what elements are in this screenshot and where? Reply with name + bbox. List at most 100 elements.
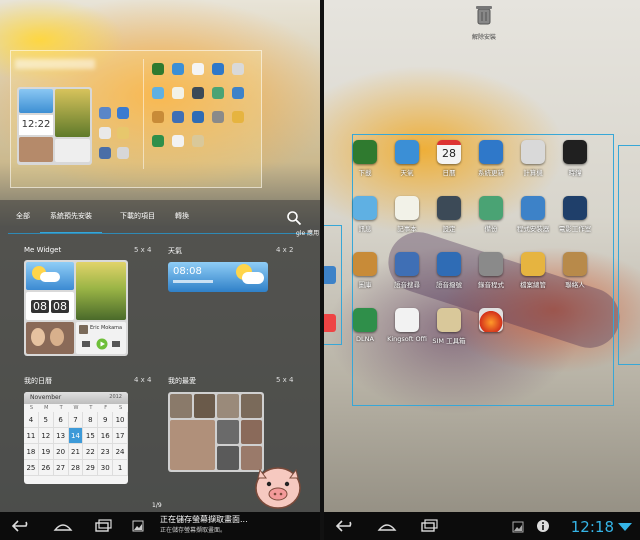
weather-widget-thumb[interactable]: 08:08 (168, 262, 268, 292)
app-label: 時鐘 (568, 169, 582, 177)
widget-title-favorites: 我的最愛 (168, 377, 196, 385)
app-icon (563, 252, 587, 276)
peek-icon (324, 266, 336, 284)
app-icon (521, 140, 545, 164)
favorite-contact (170, 394, 192, 418)
calendar-day: 10 (113, 412, 128, 428)
app-shortcut[interactable]: 設定 (426, 196, 472, 233)
contact-name: Eric Mokama (90, 325, 123, 331)
app-shortcut[interactable]: 訊息 (342, 196, 388, 233)
calendar-weekdays: S M T W T F S (24, 404, 128, 412)
app-shortcut[interactable]: 28 日曆 (426, 140, 472, 177)
weather-time: 08:08 (173, 266, 202, 277)
left-peek-label: gle 應用 (296, 230, 320, 237)
favorite-contact (170, 420, 215, 470)
app-label: 日曆 (442, 169, 456, 177)
app-shortcut[interactable]: 下載 (342, 140, 388, 177)
app-label: 系統更新 (478, 169, 504, 177)
app-shortcut[interactable]: SIM 工具箱 (426, 308, 472, 345)
calendar-widget-thumb[interactable]: November 2012 S M T W T F S 4 5 6 7 8 9 … (24, 392, 128, 484)
app-shortcut[interactable]: 語音搜尋 (384, 252, 430, 289)
app-shortcut[interactable]: 聯絡人 (552, 252, 598, 289)
workspace-preview[interactable]: 12:22 (10, 50, 262, 188)
search-icon[interactable] (286, 210, 302, 226)
weekday: F (104, 405, 108, 411)
workspace-preview-label-blur (15, 59, 95, 69)
uninstall-target[interactable]: 解除安裝 (469, 4, 499, 41)
app-shortcut[interactable]: 程式安裝器 (510, 196, 556, 233)
app-icon (437, 252, 461, 276)
app-shortcut[interactable]: 圖庫 (342, 252, 388, 289)
preview-time: 12:22 (19, 115, 53, 135)
app-icon (521, 252, 545, 276)
recent-apps-icon[interactable] (92, 518, 114, 534)
right-screen: 解除安裝 下載 天氣 28 日曆 系統更新 計算機 時鐘訊息 記事本 設定 備份 程式安裝器 電影工作… (324, 0, 640, 540)
preview-me-widget: 12:22 (17, 87, 92, 165)
home-icon[interactable] (376, 518, 398, 534)
app-label: 程式安裝器 (516, 225, 550, 233)
app-shortcut[interactable]: 備份 (468, 196, 514, 233)
calendar-day: 13 (53, 428, 69, 444)
app-shortcut[interactable]: 電影工作室 (552, 196, 598, 233)
nav-bar: 12:18 (324, 512, 640, 540)
tab-downloaded[interactable]: 下載的項目 (102, 206, 165, 234)
app-icon (395, 308, 419, 332)
app-label: 設定 (442, 225, 456, 233)
info-icon[interactable] (536, 519, 550, 533)
me-weather-tile (26, 262, 74, 290)
tab-transition[interactable]: 轉換 (165, 206, 199, 234)
home-icon[interactable] (52, 518, 74, 534)
widget-size-calendar: 4 x 4 (134, 376, 152, 384)
app-shortcut[interactable]: 時鐘 (552, 140, 598, 177)
app-label: 記事本 (397, 225, 417, 233)
app-shortcut[interactable] (468, 308, 514, 335)
calendar-day: 22 (83, 444, 99, 460)
calendar-day: 21 (68, 444, 84, 460)
right-page-edge[interactable] (618, 145, 640, 365)
app-shortcut[interactable]: 天氣 (384, 140, 430, 177)
app-icon (479, 196, 503, 220)
app-icon (353, 140, 377, 164)
trash-icon (476, 6, 492, 25)
app-shortcut[interactable]: 語音撥號 (426, 252, 472, 289)
tab-preinstalled[interactable]: 系統預先安裝 (40, 206, 102, 234)
app-shortcut[interactable]: 檔案總管 (510, 252, 556, 289)
app-shortcut[interactable]: 錄音程式 (468, 252, 514, 289)
screenshot-toast-line1: 正在儲存螢幕擷取畫面... (160, 515, 248, 524)
me-widget-thumb[interactable]: 08 08 Eric Mokama (24, 260, 128, 356)
recent-apps-icon[interactable] (418, 518, 440, 534)
tab-all[interactable]: 全部 (0, 206, 40, 234)
weekday: S (29, 405, 34, 411)
pig-mascot-watermark (255, 467, 301, 509)
calendar-day-today: 14 (68, 428, 84, 444)
app-shortcut[interactable]: Kingsoft Offi (384, 308, 430, 343)
nav-bar: 正在儲存螢幕擷取畫面... 正在儲存螢幕擷取畫面。 (0, 512, 320, 540)
back-icon[interactable] (10, 518, 32, 534)
favorite-contact (240, 394, 262, 418)
calendar-day: 11 (24, 428, 39, 444)
me-clock-min: 08 (51, 299, 69, 313)
preview-icon-grid-1 (99, 107, 139, 167)
weekday: T (89, 405, 93, 411)
app-shortcut[interactable]: DLNA (342, 308, 388, 343)
back-icon[interactable] (334, 518, 356, 534)
calendar-day: 24 (113, 444, 128, 460)
calendar-day: 27 (53, 460, 69, 476)
app-shortcut[interactable]: 記事本 (384, 196, 430, 233)
app-icon (437, 308, 461, 332)
calendar-app-date: 28 (442, 147, 456, 160)
app-label: DLNA (356, 335, 374, 343)
app-shortcut[interactable]: 系統更新 (468, 140, 514, 177)
calendar-day: 18 (24, 444, 39, 460)
app-label: 下載 (358, 169, 372, 177)
app-shortcut[interactable]: 計算機 (510, 140, 556, 177)
calendar-day: 9 (98, 412, 114, 428)
calendar-day: 23 (98, 444, 114, 460)
benchmark-app-icon (479, 308, 503, 332)
widget-title-weather: 天氣 (168, 247, 182, 255)
weekday: S (118, 405, 123, 411)
gallery-notification-icon[interactable] (512, 521, 524, 533)
calendar-day: 30 (98, 460, 114, 476)
widget-title-calendar: 我的日曆 (24, 377, 52, 385)
calendar-day: 26 (38, 460, 54, 476)
